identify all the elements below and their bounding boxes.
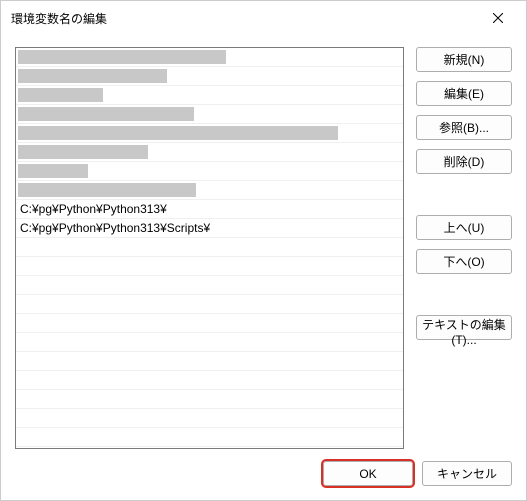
redacted-content bbox=[18, 69, 167, 83]
list-item[interactable] bbox=[16, 295, 403, 314]
list-item[interactable] bbox=[16, 257, 403, 276]
edit-text-button[interactable]: テキストの編集(T)... bbox=[416, 315, 512, 340]
list-item[interactable] bbox=[16, 105, 403, 124]
list-item[interactable] bbox=[16, 276, 403, 295]
redacted-content bbox=[18, 164, 88, 178]
list-item[interactable] bbox=[16, 352, 403, 371]
list-item[interactable] bbox=[16, 48, 403, 67]
list-item[interactable]: C:¥pg¥Python¥Python313¥ bbox=[16, 200, 403, 219]
redacted-content bbox=[18, 145, 148, 159]
titlebar: 環境変数名の編集 bbox=[1, 1, 526, 33]
browse-button[interactable]: 参照(B)... bbox=[416, 115, 512, 140]
list-item[interactable] bbox=[16, 371, 403, 390]
list-item[interactable] bbox=[16, 181, 403, 200]
list-item[interactable] bbox=[16, 162, 403, 181]
delete-button[interactable]: 削除(D) bbox=[416, 149, 512, 174]
list-item[interactable] bbox=[16, 124, 403, 143]
spacer bbox=[416, 283, 512, 306]
list-item[interactable] bbox=[16, 67, 403, 86]
list-item[interactable] bbox=[16, 409, 403, 428]
path-listbox[interactable]: C:¥pg¥Python¥Python313¥C:¥pg¥Python¥Pyth… bbox=[15, 47, 404, 449]
list-item[interactable] bbox=[16, 238, 403, 257]
content-area: C:¥pg¥Python¥Python313¥C:¥pg¥Python¥Pyth… bbox=[1, 33, 526, 449]
new-button[interactable]: 新規(N) bbox=[416, 47, 512, 72]
footer: OK キャンセル bbox=[1, 449, 526, 500]
dialog-title: 環境変数名の編集 bbox=[11, 10, 107, 27]
list-item[interactable]: C:¥pg¥Python¥Python313¥Scripts¥ bbox=[16, 219, 403, 238]
spacer bbox=[416, 183, 512, 206]
move-down-button[interactable]: 下へ(O) bbox=[416, 249, 512, 274]
close-icon bbox=[493, 13, 503, 23]
close-button[interactable] bbox=[480, 4, 516, 32]
list-item[interactable] bbox=[16, 333, 403, 352]
ok-button[interactable]: OK bbox=[323, 461, 413, 486]
list-item[interactable] bbox=[16, 314, 403, 333]
cancel-button[interactable]: キャンセル bbox=[422, 461, 512, 486]
redacted-content bbox=[18, 50, 226, 64]
move-up-button[interactable]: 上へ(U) bbox=[416, 215, 512, 240]
redacted-content bbox=[18, 88, 103, 102]
redacted-content bbox=[18, 126, 338, 140]
edit-button[interactable]: 編集(E) bbox=[416, 81, 512, 106]
list-item[interactable] bbox=[16, 428, 403, 447]
list-item[interactable] bbox=[16, 143, 403, 162]
side-buttons: 新規(N) 編集(E) 参照(B)... 削除(D) 上へ(U) 下へ(O) テ… bbox=[416, 47, 512, 449]
list-item[interactable] bbox=[16, 390, 403, 409]
redacted-content bbox=[18, 107, 194, 121]
dialog-window: 環境変数名の編集 C:¥pg¥Python¥Python313¥C:¥pg¥Py… bbox=[0, 0, 527, 501]
list-item[interactable] bbox=[16, 86, 403, 105]
redacted-content bbox=[18, 183, 196, 197]
